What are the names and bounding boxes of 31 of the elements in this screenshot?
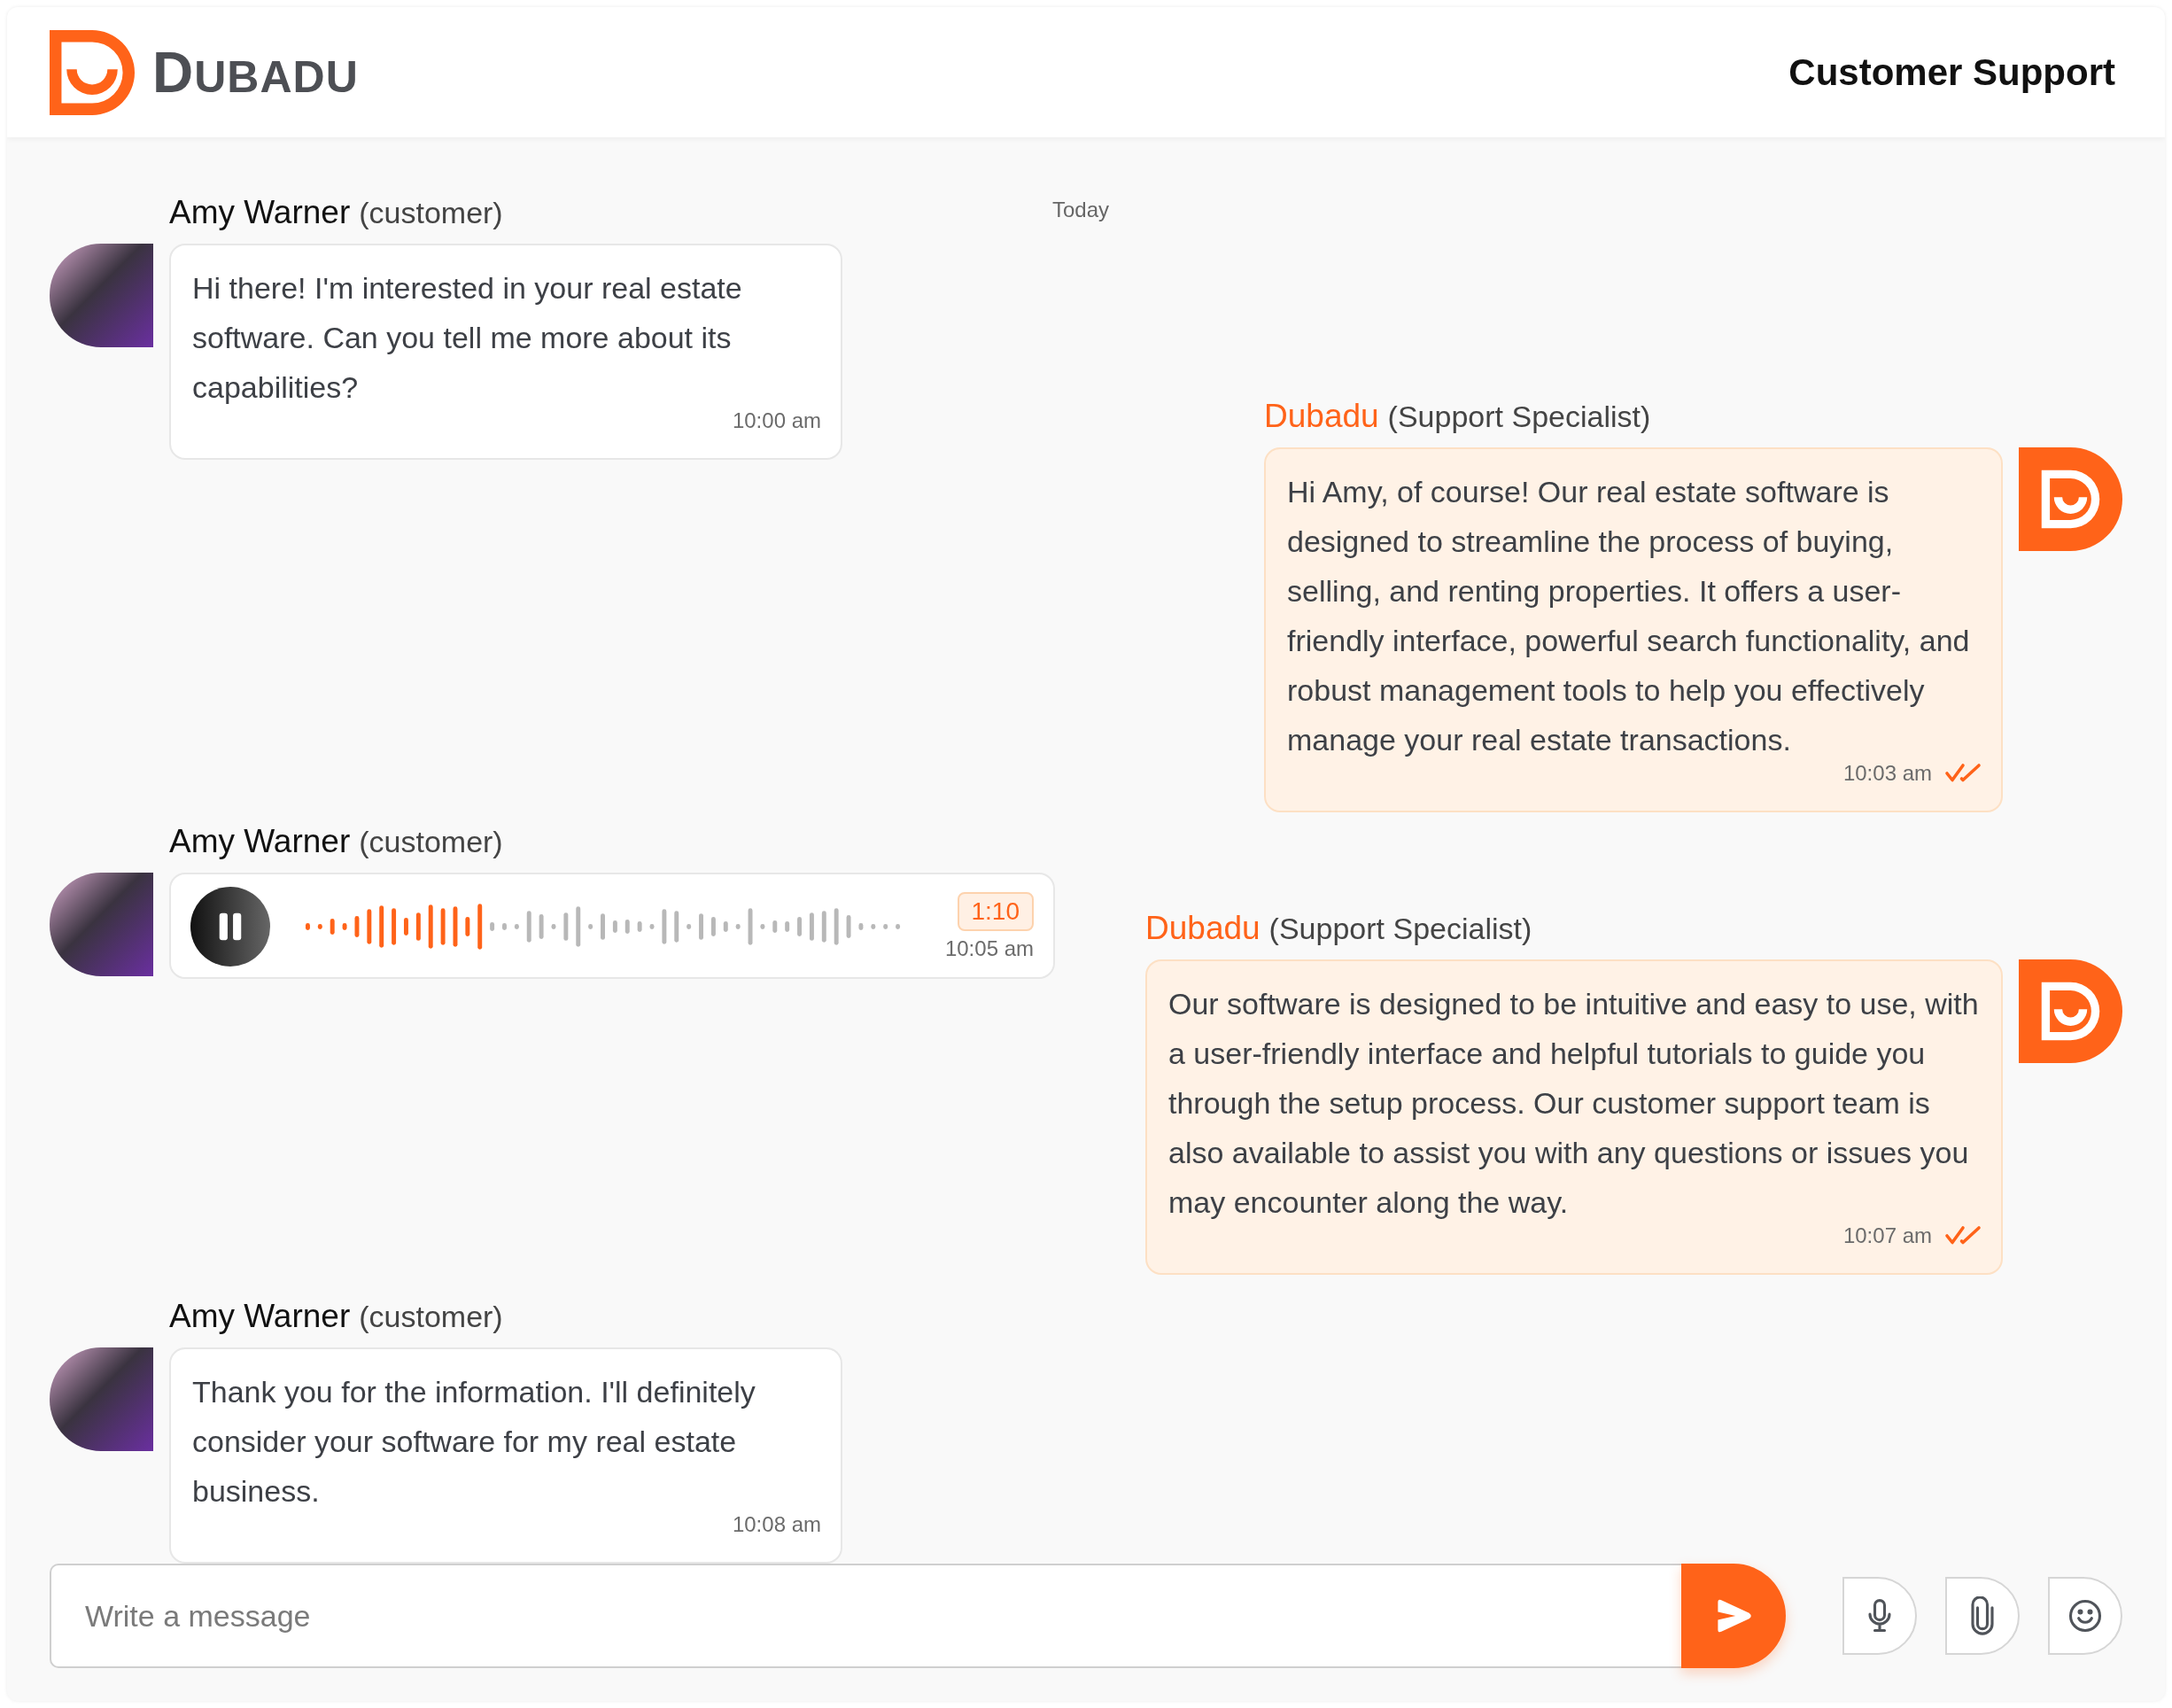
sender-role: (Support Specialist) (1387, 400, 1651, 434)
message-text: Hi Amy, of course! Our real estate software is designed to streamline the process of buying, selling, and renting properties. It offers a user-friendly interface, powerful search functionality, and robust management tools to help you effectively manage your real estate transactions. (1287, 474, 1971, 758)
logo-icon (50, 29, 135, 115)
date-divider: Today (1052, 198, 1110, 222)
sender-name: Dubadu (1145, 910, 1261, 947)
message-text: Hi there! I'm interested in your real estate software. Can you tell me more about its capabilities? (192, 270, 743, 406)
send-button[interactable] (1681, 1564, 1786, 1668)
sender-role: (customer) (359, 1300, 503, 1334)
emoji-button[interactable] (2048, 1577, 2122, 1655)
sender-name: Amy Warner (169, 823, 351, 860)
message-text: Our software is designed to be intuitive and easy to use, with a user-friendly interface and helpful tutorials to guide you through the setup process. Our customer support team is also available to assist you with any questions or issues you may encounter along the way. (1168, 986, 1980, 1221)
attachment-button[interactable] (1945, 1577, 2020, 1655)
message-input[interactable]: Write a message (50, 1564, 1681, 1668)
page-title: Customer Support (1788, 50, 2115, 94)
sender-role: (customer) (359, 196, 503, 230)
message-time: 10:00 am (732, 408, 821, 434)
message-time: 10:03 am (1842, 760, 1932, 787)
sender-role: (Support Specialist) (1268, 912, 1532, 946)
sender-name: Amy Warner (169, 194, 351, 231)
message-time: 10:05 am (944, 936, 1034, 961)
logo-avatar-icon (2019, 447, 2122, 551)
message-time: 10:08 am (732, 1511, 821, 1538)
message-text: Thank you for the information. I'll definitely consider your software for my real estate business. (192, 1374, 756, 1510)
brand-name: DUBADU (152, 39, 359, 105)
duration-badge: 1:10 (957, 892, 1034, 931)
sender-name: Dubadu (1264, 398, 1379, 435)
sender-name: Amy Warner (169, 1298, 351, 1335)
microphone-button[interactable] (1842, 1577, 1917, 1655)
sender-role: (customer) (359, 825, 503, 859)
logo-avatar-icon (2019, 959, 2122, 1063)
message-time: 10:07 am (1842, 1223, 1932, 1249)
